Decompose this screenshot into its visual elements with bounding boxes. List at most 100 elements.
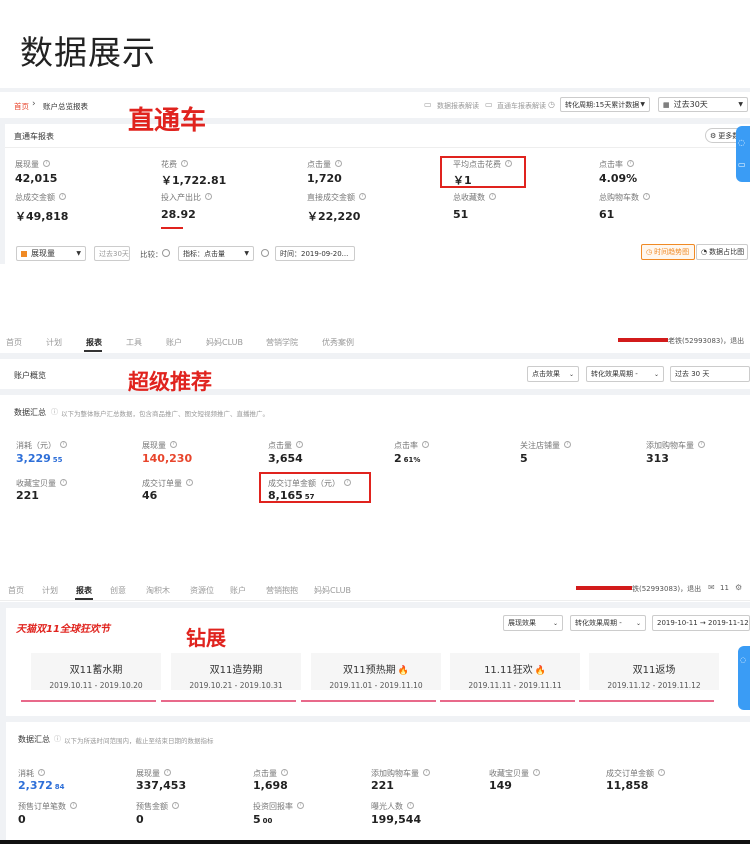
metric-label: 总成交金额 <box>15 193 55 202</box>
metric-label: 展现量 <box>136 769 160 778</box>
metric-label: 展现量 <box>142 441 166 450</box>
value-main: 46 <box>142 489 158 502</box>
effect-select[interactable]: 展现效果 ⌄ <box>503 615 563 631</box>
summary-title: 数据汇总 <box>18 735 50 744</box>
nav-item[interactable]: 妈妈CLUB <box>314 585 351 596</box>
nav-item[interactable]: 首页 <box>8 585 24 596</box>
message-icon[interactable]: ✉ <box>708 583 715 592</box>
conversion-select[interactable]: 转化效果周期 - ⌄ <box>586 366 664 382</box>
help-icon: ? <box>170 441 177 448</box>
stage-name-text: 双11返场 <box>632 665 676 676</box>
page-title: 数据展示 <box>20 33 156 72</box>
trend-chart-button[interactable]: ◷ 时间趋势图 <box>641 244 695 260</box>
fire-icon: 🔥 <box>534 666 546 676</box>
stage-card[interactable]: 双11返场 2019.11.12 - 2019.11.12 <box>589 653 719 690</box>
nav-item[interactable]: 优秀案例 <box>322 337 354 348</box>
date-select[interactable]: 过去 30 天 <box>670 366 750 382</box>
nav-item[interactable]: 工具 <box>126 337 142 348</box>
nav-item[interactable]: 计划 <box>42 585 58 596</box>
conversion-period-select[interactable]: 转化周期:15天累计数据 ▼ <box>560 97 650 112</box>
stage-name-text: 双11造势期 <box>209 665 263 676</box>
metric-value: 2 61% <box>394 452 420 465</box>
nav-item[interactable]: 计划 <box>46 337 62 348</box>
breadcrumb-current: 账户总览报表 <box>43 102 88 111</box>
help-icon: ? <box>43 160 50 167</box>
value-main: 221 <box>371 779 394 792</box>
metric-label: 点击量 <box>253 769 277 778</box>
help-icon: ? <box>658 769 665 776</box>
stage-card[interactable]: 11.11狂欢 🔥 2019.11.11 - 2019.11.11 <box>450 653 580 690</box>
user-info[interactable]: 老铁(52993083)，退出 <box>668 336 744 346</box>
ratio-chart-button[interactable]: ◔ 数据占比图 <box>696 244 748 260</box>
stage-card[interactable]: 双11预热期 🔥 2019.11.01 - 2019.11.10 <box>311 653 441 690</box>
time-radio[interactable] <box>261 249 269 257</box>
metric-value: 3,654 <box>268 452 303 465</box>
stage-card[interactable]: 双11造势期 2019.10.21 - 2019.10.31 <box>171 653 301 690</box>
date-range-picker[interactable]: 2019-10-11 → 2019-11-12 <box>652 615 750 631</box>
help-icon: ? <box>281 769 288 776</box>
metric-value: 11,858 <box>606 779 648 792</box>
nav-item[interactable]: 创意 <box>110 585 126 596</box>
value-main: 5 <box>520 452 528 465</box>
metric-value: 46 <box>142 489 157 502</box>
help-icon: ? <box>533 769 540 776</box>
nav-item[interactable]: 营销抱抱 <box>266 585 298 596</box>
help-icon: ? <box>205 193 212 200</box>
nav-item[interactable]: 淘积木 <box>146 585 170 596</box>
stage-card[interactable]: 双11蓄水期 2019.10.11 - 2019.10.20 <box>31 653 161 690</box>
summary-title: 数据汇总 <box>14 408 46 417</box>
value-main: 313 <box>646 452 669 465</box>
side-assistant-button[interactable]: ◌ ▭ <box>736 126 750 182</box>
compare-radio[interactable] <box>162 249 170 257</box>
nav-item[interactable]: 营销学院 <box>266 337 298 348</box>
stage-date: 2019.10.21 - 2019.10.31 <box>189 681 283 690</box>
metric-label: 成交订单金额 <box>606 769 654 778</box>
fire-icon: 🔥 <box>397 666 409 676</box>
nav-item[interactable]: 首页 <box>6 337 22 348</box>
stage-name-text: 11.11狂欢 <box>484 665 533 676</box>
report-read-link[interactable]: 数据报表解读 <box>437 101 479 111</box>
video-icon: ▭ <box>485 100 493 109</box>
page: 数据展示 首页 › 账户总览报表 ▭ 数据报表解读 ▭ 直通车报表解读 ◷ 转化… <box>0 0 750 844</box>
conversion-select[interactable]: 转化效果周期 - ⌄ <box>570 615 646 631</box>
date-range-select[interactable]: ▦ 过去30天 ▼ <box>658 97 748 112</box>
nav-item[interactable]: 账户 <box>230 585 246 596</box>
clock-icon: ◷ <box>548 100 555 109</box>
side-assistant-button[interactable]: ◌ <box>738 646 750 710</box>
ztc-read-link[interactable]: 直通车报表解读 <box>497 101 546 111</box>
period-label: 过去30天 <box>94 246 130 261</box>
nav-item[interactable]: 账户 <box>166 337 182 348</box>
help-icon: ? <box>423 769 430 776</box>
chevron-down-icon: ▼ <box>76 250 81 257</box>
chevron-down-icon: ▼ <box>640 101 645 108</box>
gear-icon[interactable]: ⚙ <box>735 583 742 592</box>
metric-value: 0 <box>136 813 144 826</box>
breadcrumb-home[interactable]: 首页 <box>14 101 29 112</box>
effect-select[interactable]: 点击效果 ⌄ <box>527 366 579 382</box>
metric-label: 花费 <box>161 160 177 169</box>
highlight-box <box>259 472 371 503</box>
metric-label: 消耗 <box>18 769 34 778</box>
nav-item[interactable]: 报表 <box>86 337 102 348</box>
stage-name: 双11造势期 <box>171 661 301 676</box>
stage-name-text: 双11预热期 <box>343 665 396 676</box>
metric-value: 5 00 <box>253 813 272 826</box>
value-main: 337,453 <box>136 779 187 792</box>
gear-icon: ⚙ <box>710 131 717 140</box>
value-main: 2,372 <box>18 779 53 792</box>
metric-label: 预售订单笔数 <box>18 802 66 811</box>
metric-label: 点击率 <box>599 160 623 169</box>
nav-item[interactable]: 报表 <box>76 585 92 596</box>
help-icon: ? <box>186 479 193 486</box>
help-icon: ? <box>335 160 342 167</box>
metric-label: 消耗（元） <box>16 441 56 450</box>
metric-select[interactable]: 展现量 ▼ <box>16 246 86 261</box>
indicator-select[interactable]: 指标：点击量 ▼ <box>178 246 254 261</box>
nav-item[interactable]: 资源位 <box>190 585 214 596</box>
nav-item[interactable]: 妈妈CLUB <box>206 337 243 348</box>
time-select[interactable]: 时间：2019-09-20... <box>275 246 355 261</box>
metric-label: 成交订单量 <box>142 479 182 488</box>
stage-name: 11.11狂欢 🔥 <box>450 661 580 676</box>
active-tab-underline <box>84 350 102 352</box>
user-info[interactable]: 铁(52993083)，退出 <box>632 584 701 594</box>
